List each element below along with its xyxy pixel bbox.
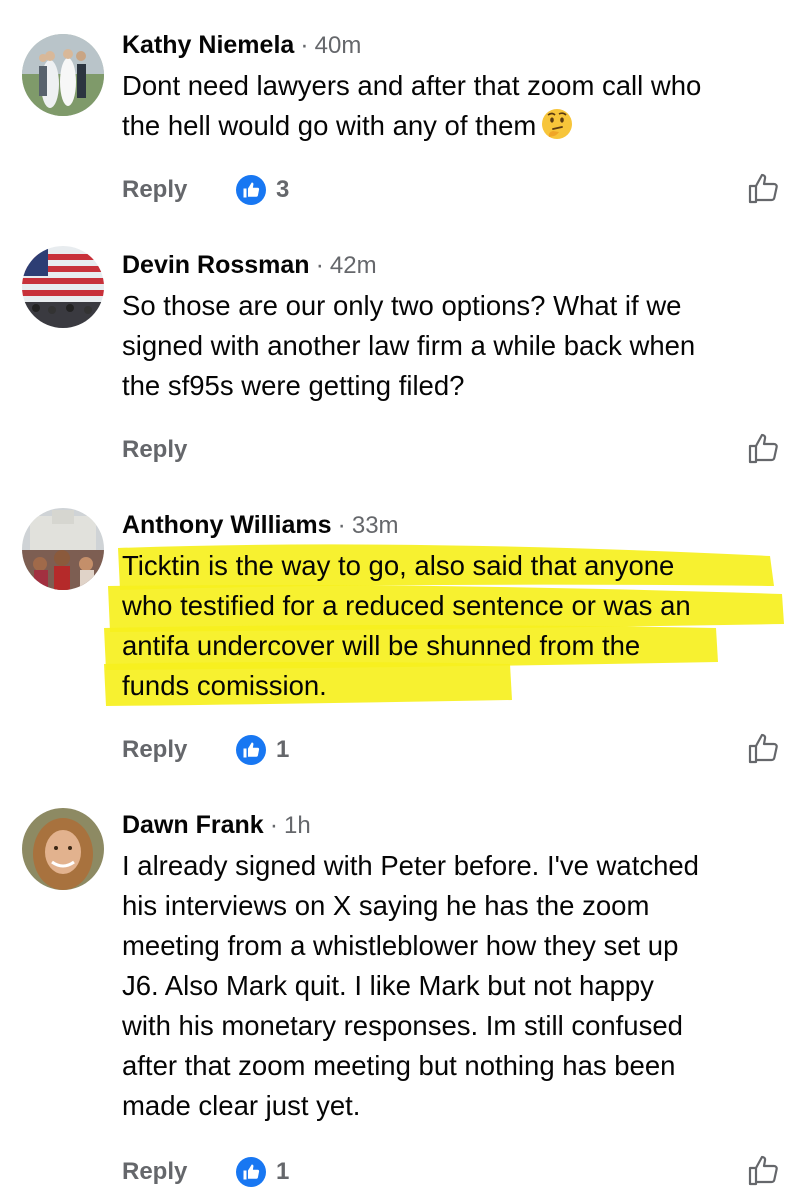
comment-header: Devin Rossman · 42m [122, 248, 377, 282]
comment-line-text: the hell would go with any of them [122, 110, 537, 141]
like-reaction-badge[interactable] [236, 735, 266, 765]
comment-line: Ticktin is the way to go, also said that… [122, 550, 675, 581]
comment-line: with his monetary responses. Im still co… [122, 1010, 683, 1041]
separator-dot: · [337, 511, 346, 539]
comment-line: funds comission. [122, 670, 327, 701]
comment-line: So those are our only two options? What … [122, 290, 682, 321]
comment-text: So those are our only two options? What … [122, 286, 792, 406]
thumbs-up-icon [243, 182, 260, 198]
comment-line: J6. Also Mark quit. I like Mark but not … [122, 970, 654, 1001]
separator-dot: · [300, 31, 309, 59]
comment-actions: Reply 1 [122, 1154, 782, 1190]
comment-line: who testified for a reduced sentence or … [122, 590, 691, 621]
reply-button[interactable]: Reply [122, 432, 187, 468]
like-reaction-badge[interactable] [236, 175, 266, 205]
thumbs-up-icon [243, 742, 260, 758]
reply-button[interactable]: Reply [122, 172, 187, 208]
comment-line: after that zoom meeting but nothing has … [122, 1050, 676, 1081]
author-name[interactable]: Devin Rossman [122, 251, 310, 279]
avatar[interactable] [22, 34, 104, 116]
avatar[interactable] [22, 508, 104, 590]
comment-actions: Reply [122, 432, 782, 468]
thumbs-up-icon [243, 1164, 260, 1180]
comment-line: signed with another law firm a while bac… [122, 330, 696, 361]
comment-line: his interviews on X saying he has the zo… [122, 890, 650, 921]
reply-button[interactable]: Reply [122, 1154, 187, 1190]
like-button-icon[interactable] [746, 1152, 782, 1188]
reaction-count[interactable]: 1 [276, 732, 289, 768]
comment-text: I already signed with Peter before. I've… [122, 846, 792, 1126]
comment-line: antifa undercover will be shunned from t… [122, 630, 641, 661]
separator-dot: · [269, 811, 279, 839]
like-reaction-badge[interactable] [236, 1157, 266, 1187]
comment-line: the hell would go with any of them [122, 106, 792, 146]
timestamp[interactable]: 40m [315, 32, 362, 59]
reaction-count[interactable]: 1 [276, 1154, 289, 1190]
timestamp[interactable]: 33m [352, 512, 399, 539]
timestamp[interactable]: 1h [284, 812, 311, 839]
comment-line: the sf95s were getting filed? [122, 370, 465, 401]
comment-header: Anthony Williams · 33m [122, 508, 399, 542]
like-button-icon[interactable] [746, 730, 782, 766]
comment-text: Dont need lawyers and after that zoom ca… [122, 66, 792, 146]
like-button-icon[interactable] [746, 430, 782, 466]
comment-text-highlighted: Ticktin is the way to go, also said that… [122, 546, 792, 706]
comment-actions: Reply 1 [122, 732, 782, 768]
author-name[interactable]: Anthony Williams [122, 511, 332, 539]
comment-line: meeting from a whistleblower how they se… [122, 930, 679, 961]
reaction-count[interactable]: 3 [276, 172, 289, 208]
timestamp[interactable]: 42m [330, 252, 377, 279]
comment-line: Dont need lawyers and after that zoom ca… [122, 70, 702, 101]
comment-header: Dawn Frank · 1h [122, 808, 311, 842]
comment-header: Kathy Niemela · 40m [122, 28, 361, 62]
comment-line: I already signed with Peter before. I've… [122, 850, 699, 881]
avatar[interactable] [22, 246, 104, 328]
like-button-icon[interactable] [746, 170, 782, 206]
author-name[interactable]: Dawn Frank [122, 811, 264, 839]
comment-line: made clear just yet. [122, 1090, 361, 1121]
thinking-face-icon [542, 109, 573, 139]
reply-button[interactable]: Reply [122, 732, 187, 768]
author-name[interactable]: Kathy Niemela [122, 31, 294, 59]
comment-actions: Reply 3 [122, 172, 782, 208]
separator-dot: · [315, 251, 324, 279]
avatar[interactable] [22, 808, 104, 890]
